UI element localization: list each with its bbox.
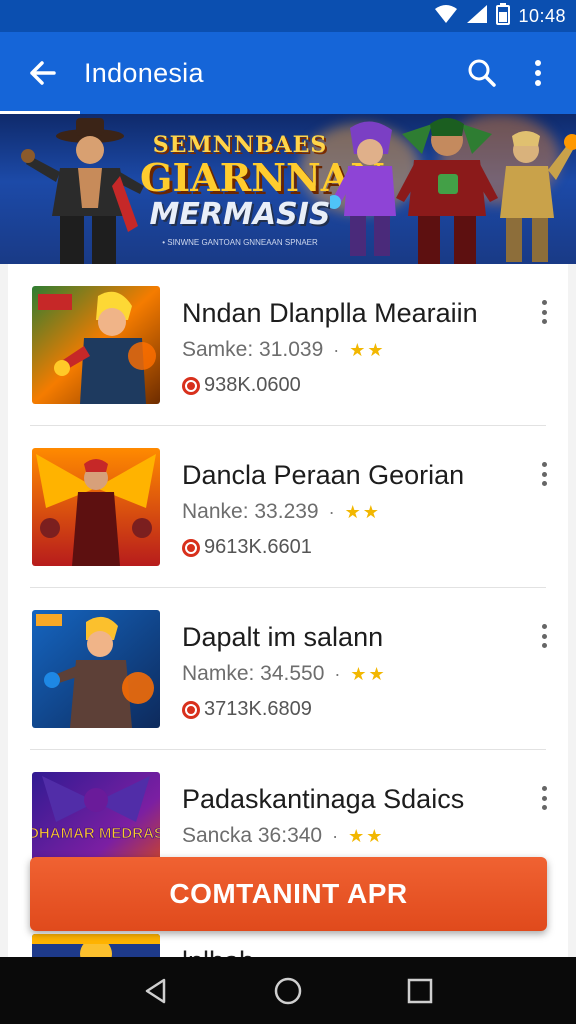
star-rating-icon: ★★ — [344, 501, 381, 522]
app-title: Nndan Dlanplla Mearaiin — [182, 298, 478, 328]
download-count: 3713K.6809 — [204, 698, 312, 720]
separator-dot: · — [328, 501, 335, 522]
battery-icon — [496, 2, 511, 30]
download-count: 9613K.6601 — [204, 536, 312, 558]
screen: 10:48 Indonesia SEMNNBAES GIARNNAN MERMA… — [0, 0, 576, 1024]
signal-icon — [466, 4, 488, 29]
nav-recents-icon — [407, 978, 433, 1003]
system-nav-bar — [0, 957, 576, 1024]
banner-title-line4: • SINWNE GANTOAN GNNEAAN SPNAER — [162, 238, 318, 247]
app-size-label: Namke: 34.550 — [182, 662, 325, 685]
app-thumbnail — [32, 286, 160, 404]
search-icon — [468, 59, 496, 87]
app-thumbnail — [32, 610, 160, 728]
arrow-back-icon — [30, 61, 56, 85]
app-subtitle: Sancka 36:340 · ★★ — [182, 824, 384, 848]
banner-hero-cowboy — [21, 118, 144, 264]
nav-home-button[interactable] — [264, 967, 312, 1015]
separator-dot: · — [333, 339, 340, 360]
separator-dot: · — [332, 825, 339, 846]
banner-title-line3: MERMASIS — [149, 197, 331, 232]
star-rating-icon: ★★ — [348, 825, 385, 846]
clock: 10:48 — [518, 5, 566, 26]
list-item[interactable]: Nndan Dlanplla Mearaiin Samke: 31.039 · … — [30, 264, 547, 426]
nav-back-icon — [145, 978, 166, 1003]
banner-title: SEMNNBAES GIARNNAN MERMASIS • SINWNE GAN… — [140, 132, 385, 247]
list-item[interactable]: Dapalt im salann Namke: 34.550 · ★★ 3713… — [30, 588, 547, 750]
item-more-button[interactable] — [532, 296, 556, 328]
download-count-icon — [182, 376, 200, 395]
search-button[interactable] — [460, 51, 504, 95]
app-size-label: Nanke: 33.239 — [182, 500, 319, 523]
star-rating-icon: ★★ — [350, 663, 387, 684]
banner-title-line2: GIARNNAN — [140, 155, 385, 200]
app-title: Dapalt im salann — [182, 622, 384, 652]
star-rating-icon: ★★ — [349, 339, 386, 360]
item-more-button[interactable] — [532, 782, 556, 814]
banner-hero-gold-warrior — [500, 131, 576, 262]
back-button[interactable] — [20, 51, 64, 95]
app-thumbnail — [32, 448, 160, 566]
list-item[interactable]: Dancla Peraan Georian Nanke: 33.239 · ★★… — [30, 426, 547, 588]
nav-recents-button[interactable] — [396, 967, 444, 1015]
item-more-button[interactable] — [532, 620, 556, 652]
promo-banner[interactable]: SEMNNBAES GIARNNAN MERMASIS • SINWNE GAN… — [0, 114, 576, 264]
app-meta: 938K.0600 — [182, 374, 301, 397]
status-bar: 10:48 — [0, 0, 576, 32]
nav-back-button[interactable] — [132, 967, 180, 1015]
page-title: Indonesia — [84, 57, 204, 88]
app-size-label: Samke: 31.039 — [182, 338, 324, 361]
app-subtitle: Nanke: 33.239 · ★★ — [182, 500, 381, 524]
download-count-icon — [182, 700, 200, 719]
more-options-button[interactable] — [516, 51, 560, 95]
cta-label: COMTANINT APR — [169, 878, 408, 909]
nav-home-icon — [274, 977, 302, 1004]
app-size-label: Sancka 36:340 — [182, 824, 323, 847]
primary-cta-button[interactable]: COMTANINT APR — [30, 857, 547, 931]
wifi-icon — [434, 4, 458, 29]
app-subtitle: Samke: 31.039 · ★★ — [182, 338, 386, 362]
app-meta: 3713K.6809 — [182, 698, 312, 721]
item-more-button[interactable] — [532, 458, 556, 490]
app-title: Padaskantinaga Sdaics — [182, 784, 465, 814]
download-count: 938K.0600 — [204, 374, 301, 396]
download-count-icon — [182, 538, 200, 557]
app-meta: 9613K.6601 — [182, 536, 312, 559]
more-vert-icon — [535, 60, 541, 86]
separator-dot: · — [334, 663, 341, 684]
app-title: Dancla Peraan Georian — [182, 460, 465, 490]
app-bar: Indonesia — [0, 32, 576, 114]
thumb-text: DHAMAR MEDRAS — [32, 825, 160, 842]
app-subtitle: Namke: 34.550 · ★★ — [182, 662, 387, 686]
